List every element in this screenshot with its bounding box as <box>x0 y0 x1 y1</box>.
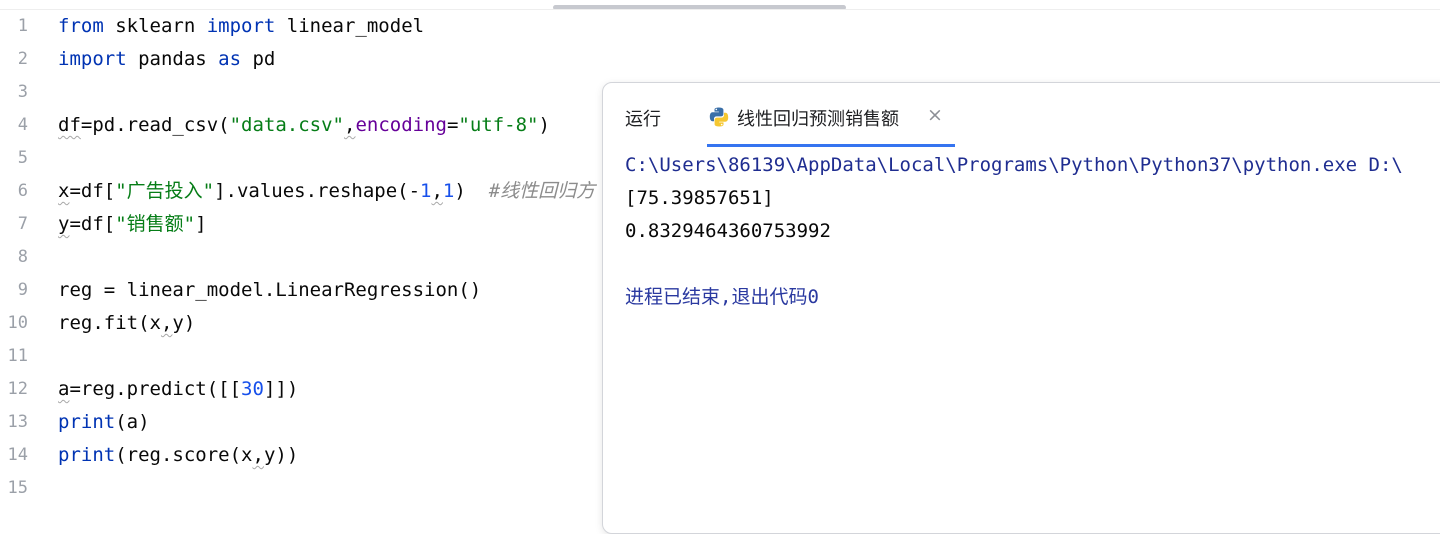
code-token: ) <box>454 180 489 202</box>
code-token: ) <box>538 114 550 136</box>
code-token: linear_model <box>275 15 425 37</box>
console-exit-message: 进程已结束,退出代码0 <box>625 286 819 308</box>
code-line-10[interactable]: reg.fit(x,y) <box>58 307 195 340</box>
code-token: y) <box>172 312 196 334</box>
line-number: 5 <box>17 148 28 168</box>
tab-title: 线性回归预测销售额 <box>737 109 899 130</box>
code-token: = <box>446 114 459 136</box>
code-token: a <box>58 378 70 400</box>
code-token: (reg.score(x <box>115 444 253 466</box>
run-tool-window[interactable]: 运行 线性回归预测销售额 × C:\Users\86139\AppData\Lo… <box>602 82 1440 534</box>
string-literal: "广告投入" <box>115 180 215 202</box>
keyword-argument: encoding <box>355 114 447 136</box>
line-number: 13 <box>7 412 28 432</box>
code-token: y <box>58 213 70 235</box>
string-literal: "utf-8" <box>458 114 539 136</box>
keyword: from <box>58 15 104 37</box>
code-token: , <box>252 444 264 466</box>
code-token: =reg.predict([[ <box>69 378 242 400</box>
code-token: sklearn <box>103 15 207 37</box>
code-line-12[interactable]: a=reg.predict([[30]]) <box>58 373 298 406</box>
number-literal: 30 <box>241 378 264 400</box>
string-literal: "销售额" <box>115 213 196 235</box>
line-number: 3 <box>17 82 28 102</box>
console-command-line: C:\Users\86139\AppData\Local\Programs\Py… <box>625 154 1403 176</box>
code-token: pd <box>241 48 276 70</box>
code-token: ] <box>195 213 207 235</box>
keyword: import <box>206 15 276 37</box>
console-output-score: 0.8329464360753992 <box>625 220 831 242</box>
line-number: 11 <box>7 346 28 366</box>
code-line-13[interactable]: print(a) <box>58 406 150 439</box>
string-literal: "data.csv" <box>229 114 344 136</box>
code-token: , <box>431 180 443 202</box>
line-number: 12 <box>7 379 28 399</box>
number-literal: 1 <box>420 180 432 202</box>
keyword: import <box>58 48 127 70</box>
code-token: x <box>58 180 70 202</box>
code-token: reg = linear_model.LinearRegression() <box>58 279 482 301</box>
code-line-9[interactable]: reg = linear_model.LinearRegression() <box>58 274 481 307</box>
code-token: =pd.read_csv( <box>80 114 230 136</box>
code-line-2[interactable]: import pandas as pd <box>58 43 275 76</box>
code-token: reg.fit(x <box>58 312 161 334</box>
python-icon <box>709 107 729 127</box>
code-token: ].values.reshape(- <box>214 180 421 202</box>
line-number: 8 <box>17 247 28 267</box>
line-number: 2 <box>17 49 28 69</box>
builtin-function: print <box>58 411 116 433</box>
code-line-6[interactable]: x=df["广告投入"].values.reshape(-1,1) #线性回归方 <box>58 175 595 208</box>
comment: #线性回归方 <box>488 180 596 202</box>
active-tab-indicator <box>707 144 955 147</box>
code-token: , <box>344 114 356 136</box>
code-token: (a) <box>115 411 150 433</box>
code-line-1[interactable]: from sklearn import linear_model <box>58 10 424 43</box>
code-token: df <box>58 114 81 136</box>
line-number: 1 <box>17 16 28 36</box>
run-config-tab[interactable]: 线性回归预测销售额 × <box>707 101 955 147</box>
code-token: pandas <box>126 48 219 70</box>
line-number: 10 <box>7 313 28 333</box>
line-number-gutter: 1 2 3 4 5 6 7 8 9 10 11 12 13 14 15 <box>0 10 50 519</box>
line-number: 7 <box>17 214 28 234</box>
code-token: y)) <box>263 444 299 466</box>
close-icon[interactable]: × <box>927 104 943 126</box>
line-number: 14 <box>7 445 28 465</box>
number-literal: 1 <box>442 180 455 202</box>
line-number: 4 <box>17 115 28 135</box>
code-token: =df[ <box>69 180 116 202</box>
line-number: 9 <box>17 280 28 300</box>
builtin-function: print <box>58 444 116 466</box>
code-line-4[interactable]: df=pd.read_csv("data.csv",encoding="utf-… <box>58 109 550 142</box>
code-line-7[interactable]: y=df["销售额"] <box>58 208 207 241</box>
keyword: as <box>218 48 242 70</box>
line-number: 15 <box>7 478 28 498</box>
line-number: 6 <box>17 181 28 201</box>
run-label: 运行 <box>625 109 661 130</box>
code-token: =df[ <box>69 213 116 235</box>
code-token: , <box>160 312 173 334</box>
console-output-prediction: [75.39857651] <box>625 187 774 209</box>
code-token: ]]) <box>263 378 299 400</box>
code-line-14[interactable]: print(reg.score(x,y)) <box>58 439 298 472</box>
